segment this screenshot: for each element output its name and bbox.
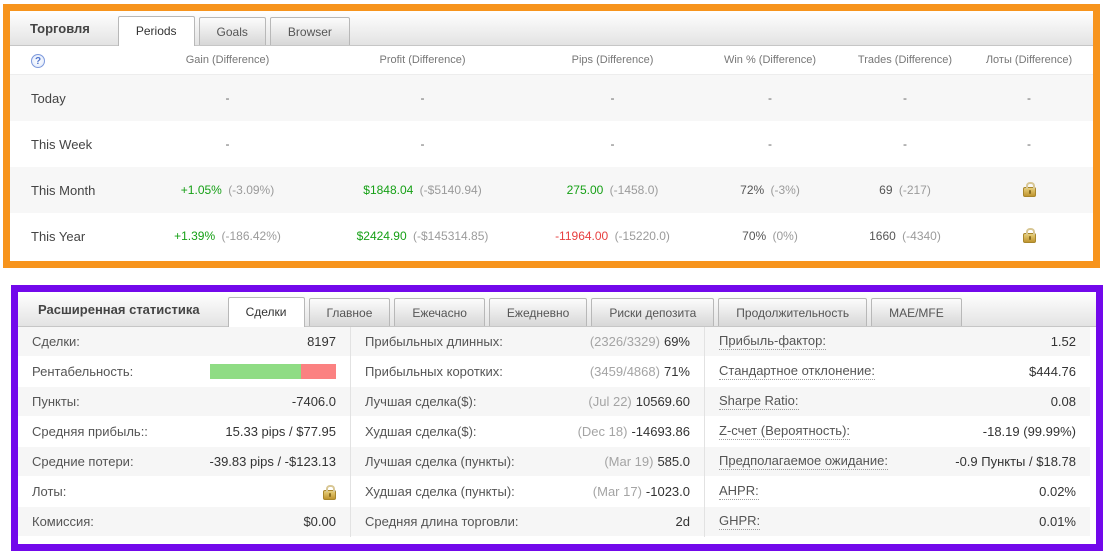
column-header-gain: Gain (Difference) <box>185 54 270 66</box>
lock-icon <box>1022 182 1036 197</box>
win-value: - <box>768 91 772 105</box>
pips-value: - <box>610 137 615 151</box>
profit-diff: (-$5140.94) <box>419 183 482 197</box>
lock-icon <box>1022 228 1036 243</box>
stat-ahpr: AHPR: 0.02% <box>705 477 1090 507</box>
trades-value: - <box>903 137 907 151</box>
table-row-today: Today - - - - - - <box>10 75 1093 121</box>
win-diff: (0%) <box>772 229 798 243</box>
trading-panel-title: Торговля <box>30 20 90 36</box>
stat-pips: Пункты: -7406.0 <box>18 387 350 417</box>
column-header-profit: Profit (Difference) <box>379 54 466 66</box>
advanced-statistics-panel: Расширенная статистика Сделки Главное Еж… <box>11 285 1103 551</box>
row-label: Today <box>31 90 66 106</box>
stat-expectancy: Предполагаемое ожидание: -0.9 Пункты / $… <box>705 447 1090 477</box>
stat-average-trade-length: Средняя длина торговли: 2d <box>351 507 704 537</box>
row-label: This Year <box>31 228 86 244</box>
tab-trades[interactable]: Сделки <box>227 297 305 327</box>
table-row-this-year: This Year +1.39% (-186.42%) $2424.90 (-$… <box>10 213 1093 259</box>
stats-panel-title: Расширенная статистика <box>38 301 200 317</box>
profit-value: $2424.90 <box>356 229 407 243</box>
tab-periods[interactable]: Periods <box>117 16 195 46</box>
pips-diff: (-15220.0) <box>614 229 670 243</box>
pips-value: 275.00 <box>566 183 604 197</box>
tab-deposit-risks[interactable]: Риски депозита <box>591 298 715 326</box>
table-row-this-week: This Week - - - - - - <box>10 121 1093 167</box>
stat-average-win: Средняя прибыль:: 15.33 pips / $77.95 <box>18 417 350 447</box>
win-value: 70% <box>742 229 767 243</box>
row-label: This Month <box>31 182 96 198</box>
lots-value: - <box>1027 137 1031 151</box>
stat-worst-trade-pips: Худшая сделка (пункты): (Mar 17) -1023.0 <box>351 477 704 507</box>
pips-diff: (-1458.0) <box>609 183 659 197</box>
stat-standard-deviation: Стандартное отклонение: $444.76 <box>705 357 1090 387</box>
pips-value: -11964.00 <box>555 229 609 243</box>
tab-browser[interactable]: Browser <box>269 17 350 45</box>
pips-value: - <box>610 91 615 105</box>
column-header-trades: Trades (Difference) <box>857 54 953 66</box>
profitability-bar <box>210 364 336 379</box>
stat-profitable-shorts: Прибыльных коротких: (3459/4868) 71% <box>351 357 704 387</box>
column-header-lots: Лоты (Difference) <box>985 54 1073 66</box>
trading-panel: Торговля Periods Goals Browser ? Gain (D… <box>3 4 1100 268</box>
stat-profitability: Рентабельность: <box>18 357 350 387</box>
stat-best-trade-pips: Лучшая сделка (пункты): (Mar 19) 585.0 <box>351 447 704 477</box>
tab-goals[interactable]: Goals <box>198 17 266 45</box>
stats-panel-header: Расширенная статистика Сделки Главное Еж… <box>18 292 1096 327</box>
tab-general[interactable]: Главное <box>308 298 391 326</box>
stat-average-loss: Средние потери: -39.83 pips / -$123.13 <box>18 447 350 477</box>
stats-column-2: Прибыльных длинных: (2326/3329) 69% Прибы… <box>351 327 705 537</box>
profit-value: - <box>420 137 425 151</box>
column-header-win: Win % (Difference) <box>723 54 817 66</box>
trades-diff: (-217) <box>898 183 931 197</box>
stats-grid: Сделки: 8197 Рентабельность: Пункты: -74… <box>18 327 1096 537</box>
profit-value: $1848.04 <box>363 183 414 197</box>
trades-diff: (-4340) <box>902 229 941 243</box>
stat-z-score: Z-счет (Вероятность): -18.19 (99.99%) <box>705 417 1090 447</box>
help-icon[interactable]: ? <box>31 54 45 68</box>
help-cell: ? <box>10 52 135 68</box>
row-label: This Week <box>31 136 93 152</box>
trades-value: 69 <box>879 183 893 197</box>
lots-value: - <box>1027 91 1031 105</box>
gain-value: +1.39% <box>174 229 216 243</box>
stat-best-trade-usd: Лучшая сделка($): (Jul 22) 10569.60 <box>351 387 704 417</box>
win-value: - <box>768 137 772 151</box>
tab-hourly[interactable]: Ежечасно <box>394 298 485 326</box>
stat-sharpe-ratio: Sharpe Ratio: 0.08 <box>705 387 1090 417</box>
profit-value: - <box>420 91 425 105</box>
stat-trades: Сделки: 8197 <box>18 327 350 357</box>
gain-value: +1.05% <box>180 183 222 197</box>
periods-table-header: ? Gain (Difference) Profit (Difference) … <box>10 46 1093 75</box>
gain-value: - <box>225 137 230 151</box>
gain-diff: (-186.42%) <box>221 229 281 243</box>
profit-diff: (-$145314.85) <box>413 229 489 243</box>
stat-profitable-longs: Прибыльных длинных: (2326/3329) 69% <box>351 327 704 357</box>
stat-lots: Лоты: <box>18 477 350 507</box>
lock-icon <box>323 485 336 500</box>
trading-panel-header: Торговля Periods Goals Browser <box>10 11 1093 46</box>
win-value: 72% <box>740 183 765 197</box>
gain-diff: (-3.09%) <box>228 183 275 197</box>
profitability-bar-win <box>210 364 301 379</box>
stats-column-3: Прибыль-фактор: 1.52 Стандартное отклоне… <box>705 327 1090 537</box>
tab-daily[interactable]: Ежедневно <box>488 298 588 326</box>
tab-mae-mfe[interactable]: MAE/MFE <box>871 298 962 326</box>
gain-value: - <box>225 91 230 105</box>
win-diff: (-3%) <box>770 183 800 197</box>
trades-value: 1660 <box>869 229 896 243</box>
table-row-this-month: This Month +1.05% (-3.09%) $1848.04 (-$5… <box>10 167 1093 213</box>
trades-value: - <box>903 91 907 105</box>
column-header-pips: Pips (Difference) <box>571 54 654 66</box>
stats-column-1: Сделки: 8197 Рентабельность: Пункты: -74… <box>18 327 351 537</box>
stat-ghpr: GHPR: 0.01% <box>705 507 1090 537</box>
stat-worst-trade-usd: Худшая сделка($): (Dec 18) -14693.86 <box>351 417 704 447</box>
tab-duration[interactable]: Продолжительность <box>718 298 868 326</box>
stat-profit-factor: Прибыль-фактор: 1.52 <box>705 327 1090 357</box>
profitability-bar-loss <box>300 364 336 379</box>
stat-commission: Комиссия: $0.00 <box>18 507 350 537</box>
